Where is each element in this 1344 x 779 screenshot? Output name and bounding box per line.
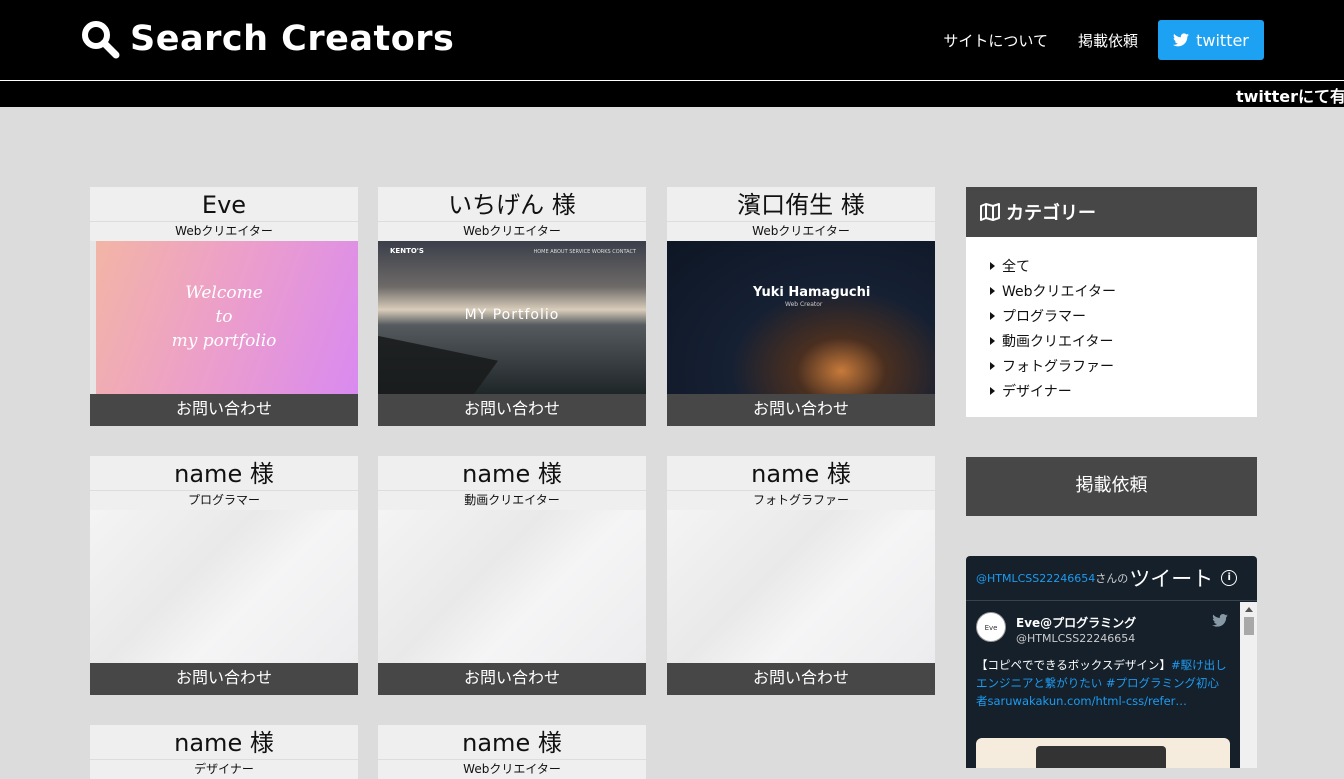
creator-role: フォトグラファー (667, 491, 935, 510)
caret-right-icon (990, 261, 995, 270)
creator-name: 濱口侑生 様 (667, 187, 935, 222)
site-header: Search Creators サイトについて 掲載依頼 twitter (0, 0, 1344, 80)
creator-card: name 様 プログラマー お問い合わせ (90, 456, 358, 695)
caret-right-icon (990, 311, 995, 320)
portfolio-thumbnail[interactable]: Welcome to my portfolio (90, 241, 358, 394)
contact-button[interactable]: お問い合わせ (90, 394, 358, 426)
nav-request[interactable]: 掲載依頼 (1078, 30, 1138, 51)
contact-button[interactable]: お問い合わせ (378, 663, 646, 695)
creator-card: name 様 Webクリエイター (378, 725, 646, 779)
caret-right-icon (990, 336, 995, 345)
twitter-bird-icon (1212, 614, 1228, 627)
creator-role: プログラマー (90, 491, 358, 510)
category-label: プログラマー (1002, 308, 1086, 325)
logo-text: Search Creators (130, 19, 455, 59)
creator-card: Eve Webクリエイター Welcome to my portfolio お問… (90, 187, 358, 426)
category-item-photo[interactable]: フォトグラファー (990, 353, 1257, 378)
creator-name: いちげん 様 (378, 187, 646, 222)
scrollbar-thumb[interactable] (1243, 617, 1254, 635)
creator-name: Eve (90, 187, 358, 222)
tweet-user-handle: @HTMLCSS22246654 (1016, 632, 1136, 645)
map-icon (980, 203, 1000, 221)
category-title: カテゴリー (1006, 203, 1096, 224)
category-label: デザイナー (1002, 383, 1072, 400)
contact-button[interactable]: お問い合わせ (667, 394, 935, 426)
tweet-text: 【コピペでできるボックスデザイン】#駆け出しエンジニアと繋がりたい #プログラミ… (976, 656, 1228, 710)
category-item-web[interactable]: Webクリエイター (990, 278, 1257, 303)
timeline-header: @HTMLCSS22246654 さんの ツイート i (966, 556, 1257, 601)
category-label: 全て (1002, 258, 1030, 275)
creator-role: Webクリエイター (378, 760, 646, 779)
creator-card: name 様 動画クリエイター お問い合わせ (378, 456, 646, 695)
scrollbar[interactable] (1240, 602, 1257, 768)
site-logo[interactable]: Search Creators (80, 16, 454, 62)
twitter-bird-icon (1173, 33, 1190, 47)
scroll-up-icon[interactable] (1244, 607, 1253, 612)
thumbnail-brand: KENTO'S (390, 247, 424, 255)
portfolio-thumbnail[interactable] (667, 510, 935, 663)
info-icon[interactable]: i (1221, 570, 1238, 586)
creator-card: name 様 フォトグラファー お問い合わせ (667, 456, 935, 695)
portfolio-thumbnail[interactable]: Yuki Hamaguchi Web Creator (667, 241, 935, 394)
timeline-handle[interactable]: @HTMLCSS22246654 (976, 572, 1095, 585)
creator-card: name 様 デザイナー (90, 725, 358, 779)
thumbnail-text: Yuki Hamaguchi (753, 285, 871, 300)
portfolio-thumbnail[interactable] (378, 510, 646, 663)
thumbnail-text: MY Portfolio (464, 307, 560, 323)
tweet: Eve Eve@プログラミング @HTMLCSS22246654 【コピペででき… (966, 602, 1240, 768)
category-item-all[interactable]: 全て (990, 253, 1257, 278)
creator-role: Webクリエイター (378, 222, 646, 241)
category-label: Webクリエイター (1002, 283, 1116, 300)
tweet-text-body: 【コピペでできるボックスデザイン】 (976, 658, 1171, 672)
creator-card: いちげん 様 Webクリエイター KENTO'S HOME ABOUT SERV… (378, 187, 646, 426)
contact-button[interactable]: お問い合わせ (667, 663, 935, 695)
category-header: カテゴリー (966, 187, 1257, 237)
avatar[interactable]: Eve (976, 612, 1006, 642)
search-icon (82, 21, 120, 59)
portfolio-thumbnail[interactable]: KENTO'S HOME ABOUT SERVICE WORKS CONTACT… (378, 241, 646, 394)
creator-role: デザイナー (90, 760, 358, 779)
category-list: 全て Webクリエイター プログラマー 動画クリエイター フォトグラファー デザ… (966, 237, 1257, 417)
portfolio-thumbnail[interactable] (90, 510, 358, 663)
creator-role: 動画クリエイター (378, 491, 646, 510)
nav-about[interactable]: サイトについて (943, 30, 1048, 51)
tweet-user-name[interactable]: Eve@プログラミング (1016, 614, 1136, 631)
contact-button[interactable]: お問い合わせ (378, 394, 646, 426)
creator-name: name 様 (378, 456, 646, 491)
creator-card: 濱口侑生 様 Webクリエイター Yuki Hamaguchi Web Crea… (667, 187, 935, 426)
request-listing-button[interactable]: 掲載依頼 (966, 457, 1257, 516)
timeline-title: ツイート (1129, 567, 1214, 591)
caret-right-icon (990, 286, 995, 295)
creator-name: name 様 (378, 725, 646, 760)
thumbnail-text: Welcome to my portfolio (171, 283, 277, 351)
contact-button[interactable]: お問い合わせ (90, 663, 358, 695)
category-label: 動画クリエイター (1002, 333, 1114, 350)
header-nav: サイトについて 掲載依頼 twitter (913, 20, 1264, 60)
creator-role: Webクリエイター (90, 222, 358, 241)
category-label: フォトグラファー (1002, 358, 1114, 375)
ticker-text: twitterにて有 (1236, 87, 1344, 106)
twitter-button-label: twitter (1196, 30, 1249, 50)
twitter-button[interactable]: twitter (1158, 20, 1264, 60)
tweet-media-inner (1036, 746, 1166, 768)
thumbnail-shadow (378, 335, 498, 394)
caret-right-icon (990, 361, 995, 370)
twitter-timeline-widget: @HTMLCSS22246654 さんの ツイート i Eve Eve@プログラ… (966, 556, 1257, 768)
caret-right-icon (990, 386, 995, 395)
category-item-video[interactable]: 動画クリエイター (990, 328, 1257, 353)
timeline-san: さんの (1095, 572, 1129, 585)
creator-name: name 様 (90, 456, 358, 491)
category-item-programmer[interactable]: プログラマー (990, 303, 1257, 328)
category-item-designer[interactable]: デザイナー (990, 378, 1257, 403)
news-ticker: twitterにて有 (0, 80, 1344, 107)
tweet-media[interactable] (976, 738, 1230, 768)
thumbnail-subtitle: Web Creator (785, 301, 823, 308)
thumbnail-menu: HOME ABOUT SERVICE WORKS CONTACT (533, 249, 636, 255)
creator-role: Webクリエイター (667, 222, 935, 241)
creator-name: name 様 (90, 725, 358, 760)
creator-name: name 様 (667, 456, 935, 491)
